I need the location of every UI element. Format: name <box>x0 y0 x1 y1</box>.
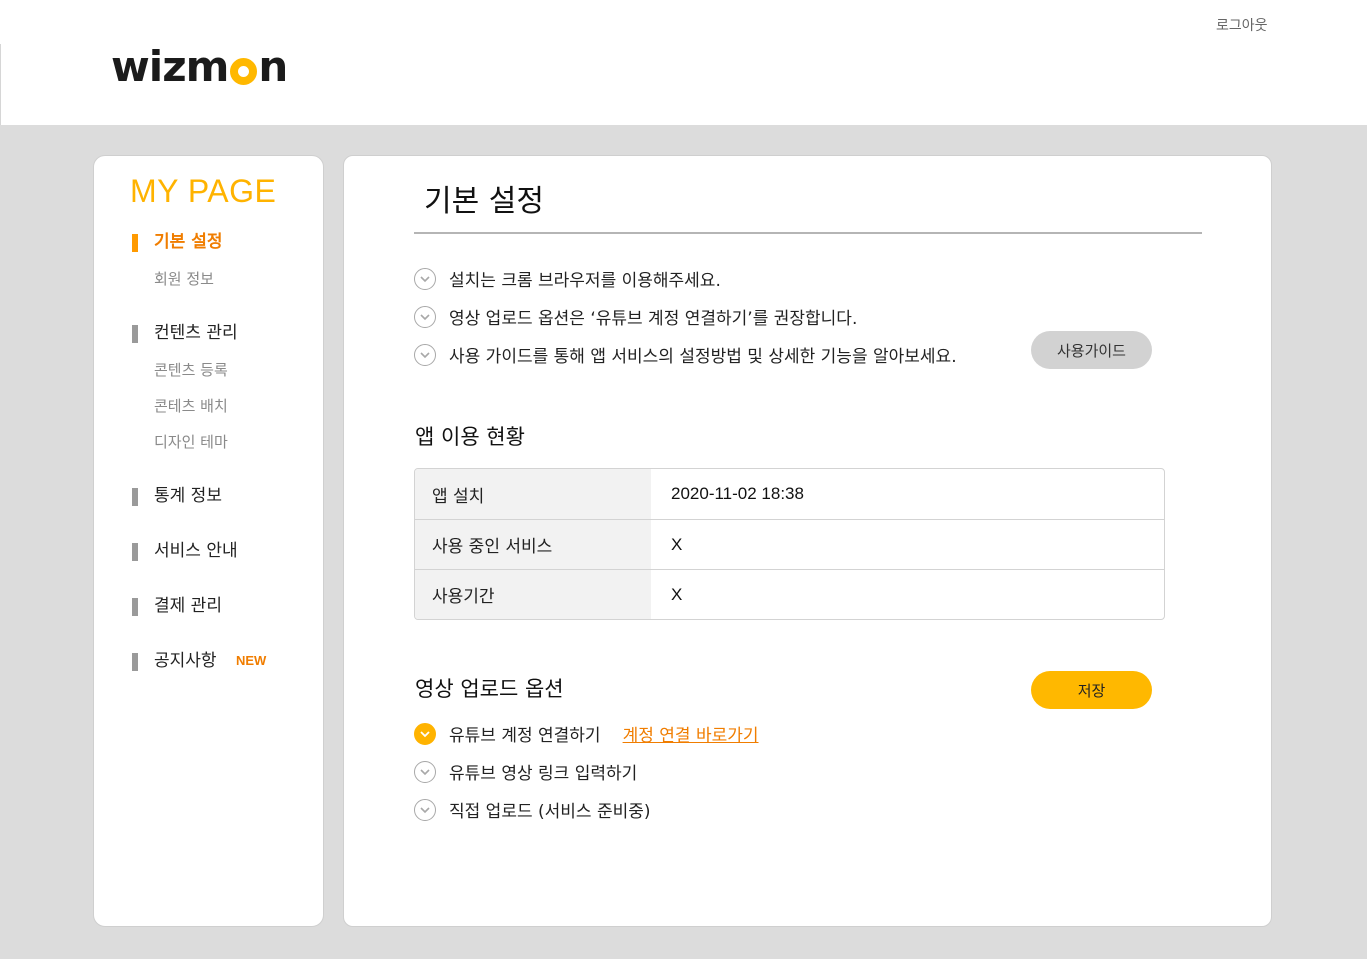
row-value: X <box>671 534 683 554</box>
menu-group-content-management: 컨텐츠 관리 콘텐츠 등록 콘테츠 배치 디자인 테마 <box>132 322 238 453</box>
check-circle-icon <box>414 305 436 328</box>
check-circle-icon[interactable] <box>414 798 436 821</box>
sidebar-item-content-management[interactable]: 컨텐츠 관리 <box>132 322 238 344</box>
upload-option-youtube-account[interactable]: 유튜브 계정 연결하기 계정 연결 바로가기 <box>414 721 759 746</box>
table-row: 사용 중인 서비스 X <box>415 519 1164 569</box>
sidebar-item-label: 컨텐츠 관리 <box>154 323 238 343</box>
check-circle-selected-icon[interactable] <box>414 722 436 745</box>
check-circle-icon <box>414 267 436 290</box>
sidebar-subitem-content-register[interactable]: 콘텐츠 등록 <box>132 359 238 381</box>
menu-bar-indicator <box>132 598 138 616</box>
menu-group-service-guide: 서비스 안내 <box>132 540 238 562</box>
sidebar-item-label: 통계 정보 <box>154 486 222 506</box>
sidebar-title: MY PAGE <box>130 173 277 209</box>
sidebar-item-service-guide[interactable]: 서비스 안내 <box>132 540 238 562</box>
notice-text: 사용 가이드를 통해 앱 서비스의 설정방법 및 상세한 기능을 알아보세요. <box>449 347 957 367</box>
menu-bar-indicator <box>132 543 138 561</box>
upload-option-direct-upload[interactable]: 직접 업로드 (서비스 준비중) <box>414 797 651 822</box>
menu-group-statistics: 통계 정보 <box>132 485 222 507</box>
logout-link[interactable]: 로그아웃 <box>1216 15 1268 35</box>
sidebar-item-label: 기본 설정 <box>154 232 223 252</box>
table-row: 앱 설치 2020-11-02 18:38 <box>415 469 1164 519</box>
sidebar-item-statistics[interactable]: 통계 정보 <box>132 485 222 507</box>
notice-item: 설치는 크롬 브라우저를 이용해주세요. <box>414 266 721 291</box>
upload-section-title: 영상 업로드 옵션 <box>415 677 564 701</box>
header-edge-line <box>0 44 1 125</box>
menu-group-notices: 공지사항 NEW <box>132 650 266 672</box>
sidebar-item-label: 서비스 안내 <box>154 541 238 561</box>
sidebar-item-payment[interactable]: 결제 관리 <box>132 595 222 617</box>
save-button[interactable]: 저장 <box>1031 671 1152 709</box>
menu-bar-indicator <box>132 653 138 671</box>
sidebar-subitem-content-layout[interactable]: 콘테츠 배치 <box>132 395 238 417</box>
sidebar-item-basic-settings[interactable]: 기본 설정 <box>132 231 222 253</box>
title-divider <box>414 232 1202 234</box>
notice-item: 사용 가이드를 통해 앱 서비스의 설정방법 및 상세한 기능을 알아보세요. <box>414 342 957 367</box>
notice-text: 설치는 크롬 브라우저를 이용해주세요. <box>449 271 721 291</box>
sidebar-item-notices[interactable]: 공지사항 NEW <box>132 650 266 672</box>
menu-group-payment: 결제 관리 <box>132 595 222 617</box>
row-value: X <box>671 584 683 604</box>
row-value: 2020-11-02 18:38 <box>671 484 804 503</box>
new-badge: NEW <box>235 653 267 668</box>
logo-o-ring-icon <box>230 57 258 85</box>
sidebar-item-label: 공지사항 <box>154 651 217 671</box>
page-title: 기본 설정 <box>424 184 544 219</box>
option-label: 유튜브 계정 연결하기 <box>449 726 601 746</box>
option-label: 직접 업로드 (서비스 준비중) <box>449 802 651 822</box>
wizmon-logo[interactable]: wizm n <box>111 42 288 92</box>
usage-section-title: 앱 이용 현황 <box>415 425 525 449</box>
option-label: 유튜브 영상 링크 입력하기 <box>449 764 638 784</box>
menu-bar-indicator <box>132 325 138 343</box>
active-indicator <box>132 234 138 252</box>
upload-option-youtube-link[interactable]: 유튜브 영상 링크 입력하기 <box>414 759 637 784</box>
account-link-shortcut[interactable]: 계정 연결 바로가기 <box>623 721 759 746</box>
sidebar-subitem-design-theme[interactable]: 디자인 테마 <box>132 431 238 453</box>
sidebar-item-label: 결제 관리 <box>154 596 222 616</box>
row-label: 사용기간 <box>415 570 651 619</box>
row-label: 앱 설치 <box>415 469 651 519</box>
sidebar: MY PAGE 기본 설정 회원 정보 컨텐츠 관리 콘텐츠 등록 콘테츠 배치… <box>93 155 324 927</box>
notice-item: 영상 업로드 옵션은 ‘유튜브 계정 연결하기’를 권장합니다. <box>414 304 857 329</box>
usage-table: 앱 설치 2020-11-02 18:38 사용 중인 서비스 X 사용기간 X <box>414 468 1165 620</box>
row-label: 사용 중인 서비스 <box>415 520 651 569</box>
logo-text-end: n <box>258 42 288 91</box>
menu-group-basic-settings: 기본 설정 회원 정보 <box>132 231 222 290</box>
check-circle-icon <box>414 343 436 366</box>
sidebar-subitem-member-info[interactable]: 회원 정보 <box>132 268 222 290</box>
check-circle-icon[interactable] <box>414 760 436 783</box>
notice-text: 영상 업로드 옵션은 ‘유튜브 계정 연결하기’를 권장합니다. <box>449 309 858 329</box>
user-guide-button[interactable]: 사용가이드 <box>1031 331 1152 369</box>
table-row: 사용기간 X <box>415 569 1164 619</box>
main-panel: 기본 설정 설치는 크롬 브라우저를 이용해주세요. 영상 업로드 옵션은 ‘유… <box>343 155 1272 927</box>
top-header: wizm n 로그아웃 <box>0 0 1367 125</box>
menu-bar-indicator <box>132 488 138 506</box>
logo-text-start: wizm <box>111 42 229 91</box>
